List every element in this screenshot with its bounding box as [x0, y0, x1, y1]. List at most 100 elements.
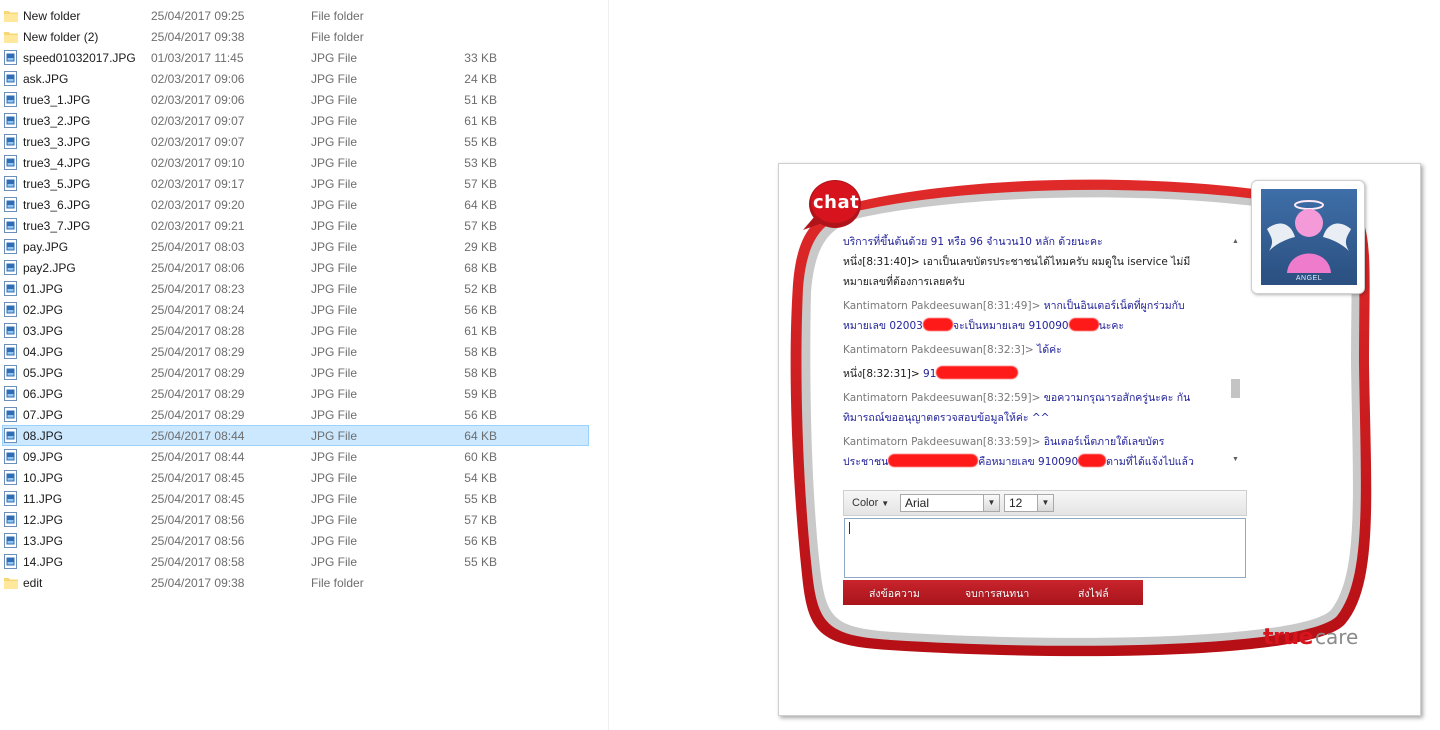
file-row[interactable]: true3_6.JPG 02/03/2017 09:20 JPG File 64 KB	[0, 194, 608, 215]
file-row[interactable]: true3_7.JPG 02/03/2017 09:21 JPG File 57 KB	[0, 215, 608, 236]
file-row[interactable]: 12.JPG 25/04/2017 08:56 JPG File 57 KB	[0, 509, 608, 530]
agent-avatar: ANGEL	[1251, 180, 1365, 294]
file-row[interactable]: ask.JPG 02/03/2017 09:06 JPG File 24 KB	[0, 68, 608, 89]
file-row[interactable]: pay.JPG 25/04/2017 08:03 JPG File 29 KB	[0, 236, 608, 257]
message-text: ประชาชน	[843, 456, 889, 468]
file-name: true3_7.JPG	[23, 219, 91, 233]
file-row[interactable]: 08.JPG 25/04/2017 08:44 JPG File 64 KB	[0, 425, 608, 446]
chat-message: Kantimatorn Pakdeesuwan[8:31:49]> หากเป็…	[843, 296, 1225, 336]
font-size-select[interactable]: 12 ▼	[1004, 494, 1054, 512]
file-date-modified: 25/04/2017 08:06	[151, 261, 245, 275]
file-type: JPG File	[311, 114, 358, 128]
file-size: 68 KB	[464, 261, 497, 275]
message-sender: Kantimatorn Pakdeesuwan[8:32:3]>	[843, 344, 1034, 356]
file-type: JPG File	[311, 471, 358, 485]
file-row[interactable]: 06.JPG 25/04/2017 08:29 JPG File 59 KB	[0, 383, 608, 404]
file-row[interactable]: true3_2.JPG 02/03/2017 09:07 JPG File 61 KB	[0, 110, 608, 131]
file-size: 56 KB	[464, 534, 497, 548]
chat-scrollbar[interactable]: ▲ ▼	[1229, 236, 1242, 466]
file-type: JPG File	[311, 303, 358, 317]
message-sender: Kantimatorn Pakdeesuwan[8:33:59]>	[843, 436, 1041, 448]
file-name: true3_4.JPG	[23, 156, 91, 170]
message-text: อินเตอร์เน็ตภายใต้เลขบัตร	[1040, 436, 1165, 448]
image-file-icon	[4, 449, 17, 464]
chat-message: หนึ่ง[8:31:40]> เอาเป็นเลขบัตรประชาชนได้…	[843, 252, 1225, 292]
redaction-mark	[922, 318, 953, 331]
file-type: JPG File	[311, 450, 358, 464]
file-row[interactable]: 11.JPG 25/04/2017 08:45 JPG File 55 KB	[0, 488, 608, 509]
file-row[interactable]: 07.JPG 25/04/2017 08:29 JPG File 56 KB	[0, 404, 608, 425]
chat-message-log[interactable]: บริการที่ขึ้นต้นด้วย 91 หรือ 96 จำนวน10 …	[843, 230, 1225, 468]
file-name: 04.JPG	[23, 345, 64, 359]
file-list: New folder 25/04/2017 09:25 File folder New…	[0, 5, 608, 593]
file-date-modified: 25/04/2017 08:24	[151, 303, 245, 317]
chevron-down-icon[interactable]: ▼	[983, 495, 999, 511]
image-file-icon	[4, 428, 17, 443]
selection-highlight	[2, 425, 589, 446]
file-name: 11.JPG	[23, 492, 63, 506]
file-type: JPG File	[311, 429, 358, 443]
file-date-modified: 25/04/2017 08:23	[151, 282, 245, 296]
image-file-icon	[4, 134, 17, 149]
file-type: JPG File	[311, 408, 358, 422]
file-type: JPG File	[311, 345, 358, 359]
file-date-modified: 25/04/2017 08:45	[151, 471, 245, 485]
chevron-down-icon[interactable]: ▼	[1037, 495, 1053, 511]
file-row[interactable]: 13.JPG 25/04/2017 08:56 JPG File 56 KB	[0, 530, 608, 551]
message-input[interactable]	[844, 518, 1246, 578]
folder-icon	[4, 578, 18, 589]
pane-divider	[608, 0, 609, 730]
file-type: JPG File	[311, 366, 358, 380]
file-size: 29 KB	[464, 240, 497, 254]
redaction-mark	[936, 366, 1019, 379]
file-size: 57 KB	[464, 513, 497, 527]
file-row[interactable]: true3_5.JPG 02/03/2017 09:17 JPG File 57 KB	[0, 173, 608, 194]
file-type: File folder	[311, 9, 364, 23]
file-type: JPG File	[311, 492, 358, 506]
file-row[interactable]: edit 25/04/2017 09:38 File folder	[0, 572, 608, 593]
scroll-down-arrow-icon[interactable]: ▼	[1229, 454, 1242, 466]
file-row[interactable]: pay2.JPG 25/04/2017 08:06 JPG File 68 KB	[0, 257, 608, 278]
end-chat-button[interactable]: จบการสนทนา	[965, 585, 1029, 602]
image-file-icon	[4, 260, 17, 275]
file-name: ask.JPG	[23, 72, 69, 86]
file-date-modified: 02/03/2017 09:07	[151, 135, 245, 149]
file-row[interactable]: New folder 25/04/2017 09:25 File folder	[0, 5, 608, 26]
file-name: 10.JPG	[23, 471, 64, 485]
font-family-select[interactable]: Arial ▼	[900, 494, 1000, 512]
file-row[interactable]: 10.JPG 25/04/2017 08:45 JPG File 54 KB	[0, 467, 608, 488]
file-row[interactable]: 04.JPG 25/04/2017 08:29 JPG File 58 KB	[0, 341, 608, 362]
file-row[interactable]: 09.JPG 25/04/2017 08:44 JPG File 60 KB	[0, 446, 608, 467]
file-size: 58 KB	[464, 366, 497, 380]
file-date-modified: 25/04/2017 08:29	[151, 366, 245, 380]
send-file-button[interactable]: ส่งไฟล์	[1078, 585, 1109, 602]
file-name: 09.JPG	[23, 450, 64, 464]
file-type: JPG File	[311, 156, 358, 170]
file-type: JPG File	[311, 387, 358, 401]
file-date-modified: 25/04/2017 08:56	[151, 513, 245, 527]
file-row[interactable]: speed01032017.JPG 01/03/2017 11:45 JPG Fil…	[0, 47, 608, 68]
file-name: edit	[23, 576, 43, 590]
file-row[interactable]: New folder (2) 25/04/2017 09:38 File folde…	[0, 26, 608, 47]
file-row[interactable]: 01.JPG 25/04/2017 08:23 JPG File 52 KB	[0, 278, 608, 299]
send-message-button[interactable]: ส่งข้อความ	[869, 585, 920, 602]
file-row[interactable]: 14.JPG 25/04/2017 08:58 JPG File 55 KB	[0, 551, 608, 572]
file-row[interactable]: 05.JPG 25/04/2017 08:29 JPG File 58 KB	[0, 362, 608, 383]
file-name: 13.JPG	[23, 534, 64, 548]
file-row[interactable]: true3_1.JPG 02/03/2017 09:06 JPG File 51 KB	[0, 89, 608, 110]
color-button[interactable]: Color ▼	[852, 497, 889, 509]
scroll-up-arrow-icon[interactable]: ▲	[1229, 236, 1242, 248]
font-size-value: 12	[1009, 496, 1023, 510]
file-name: true3_1.JPG	[23, 93, 91, 107]
file-date-modified: 25/04/2017 08:29	[151, 408, 245, 422]
image-file-icon	[4, 365, 17, 380]
file-date-modified: 01/03/2017 11:45	[151, 51, 244, 65]
file-row[interactable]: 02.JPG 25/04/2017 08:24 JPG File 56 KB	[0, 299, 608, 320]
scrollbar-thumb[interactable]	[1231, 379, 1240, 398]
file-row[interactable]: true3_4.JPG 02/03/2017 09:10 JPG File 53 KB	[0, 152, 608, 173]
file-row[interactable]: true3_3.JPG 02/03/2017 09:07 JPG File 55 KB	[0, 131, 608, 152]
file-date-modified: 25/04/2017 09:38	[151, 30, 245, 44]
file-size: 56 KB	[464, 303, 497, 317]
file-row[interactable]: 03.JPG 25/04/2017 08:28 JPG File 61 KB	[0, 320, 608, 341]
logo-care-text: care	[1314, 625, 1359, 649]
